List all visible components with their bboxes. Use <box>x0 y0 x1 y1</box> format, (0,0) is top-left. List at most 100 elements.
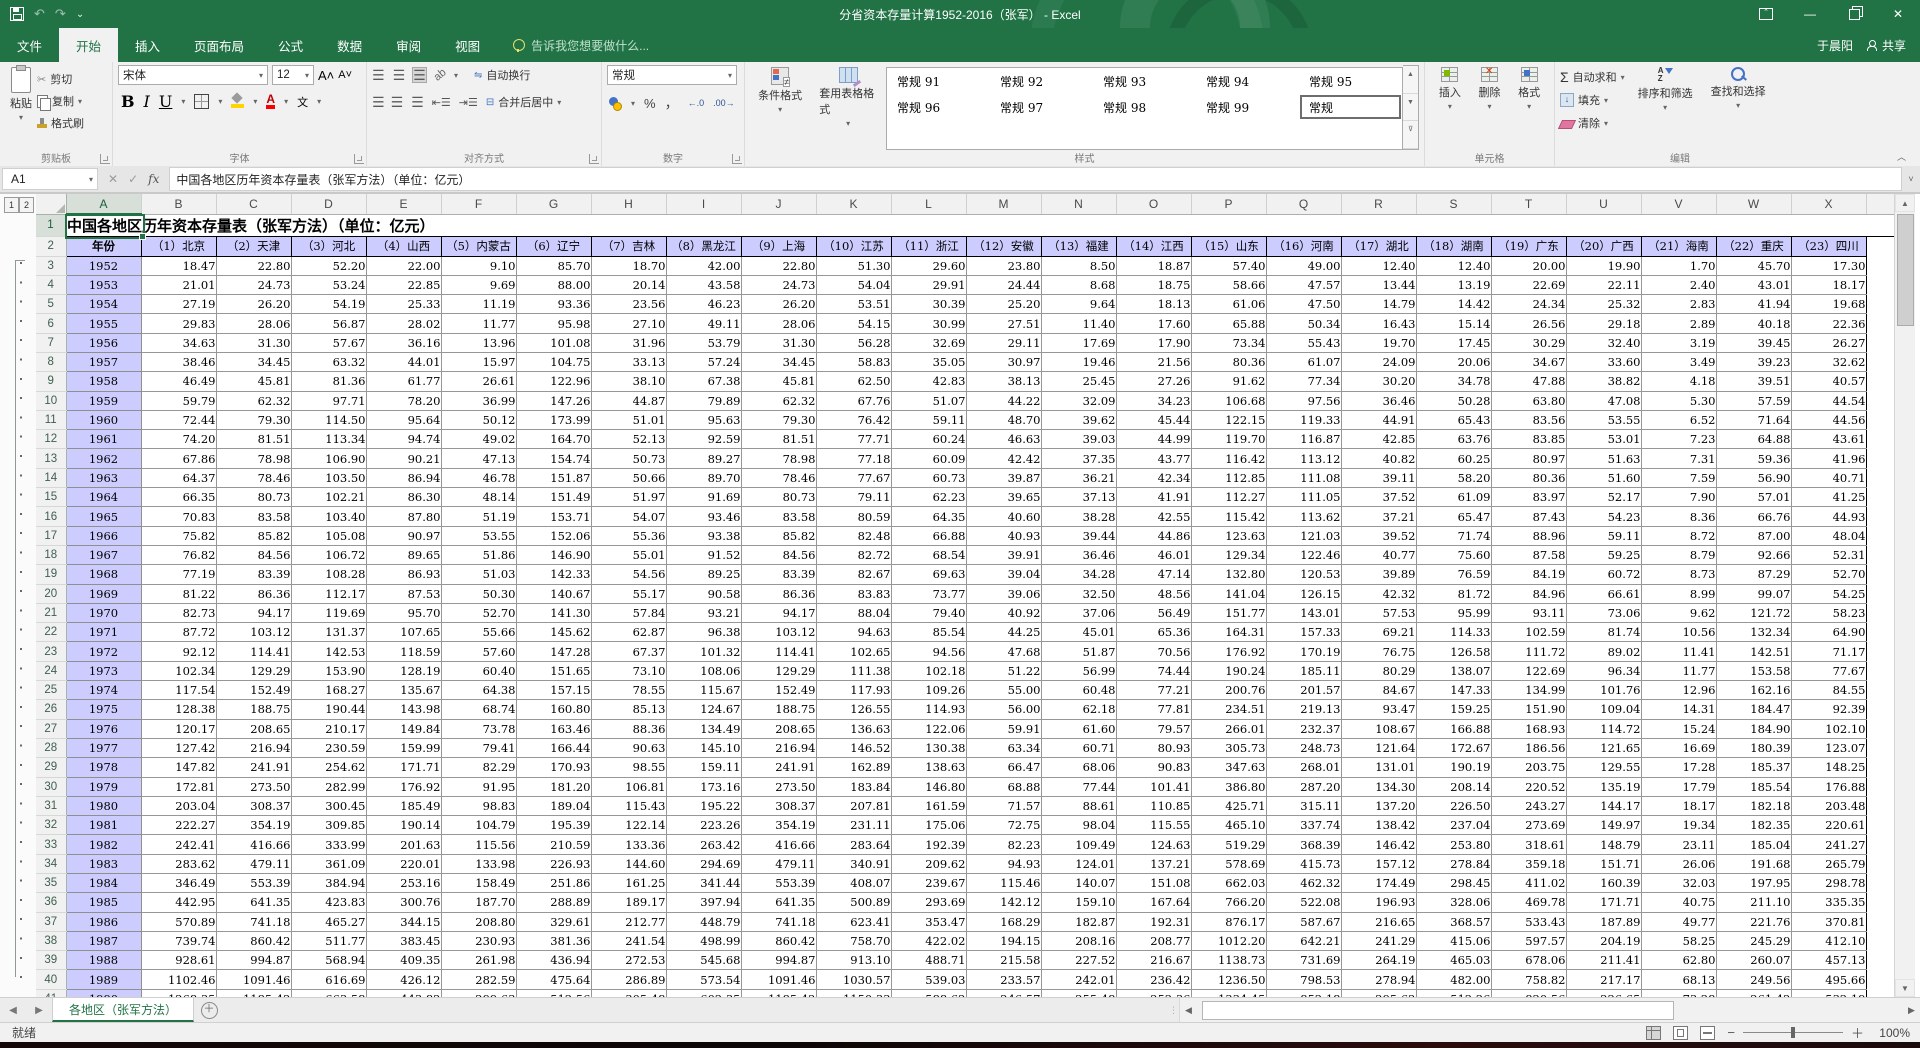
data-cell[interactable]: 77.81 <box>1115 699 1192 720</box>
data-cell[interactable]: 108.67 <box>1340 718 1417 739</box>
column-header-J[interactable]: J <box>741 194 817 215</box>
data-cell[interactable]: 24.09 <box>1340 351 1417 373</box>
data-cell[interactable]: 1268.35 <box>140 988 217 997</box>
data-cell[interactable]: 22.80 <box>215 255 292 276</box>
data-cell[interactable]: 47.08 <box>1565 390 1642 411</box>
data-cell[interactable]: 81.74 <box>1565 622 1642 643</box>
cell-style-item[interactable]: 常规 97 <box>990 94 1093 120</box>
data-cell[interactable]: 44.91 <box>1340 409 1417 431</box>
data-cell[interactable]: 147.28 <box>515 641 592 662</box>
data-cell[interactable]: 8.73 <box>1640 564 1717 585</box>
data-cell[interactable]: 573.54 <box>665 969 742 990</box>
data-cell[interactable]: 409.35 <box>365 950 442 971</box>
data-cell[interactable]: 383.45 <box>365 930 442 952</box>
data-cell[interactable]: 8.99 <box>1640 583 1717 604</box>
row-header[interactable]: 12 <box>36 429 67 450</box>
data-cell[interactable]: 75.82 <box>140 525 217 546</box>
column-header-G[interactable]: G <box>516 194 592 215</box>
data-cell[interactable]: 9.62 <box>1640 602 1717 624</box>
data-cell[interactable]: 14.42 <box>1415 294 1492 315</box>
data-cell[interactable]: 66.47 <box>965 757 1042 778</box>
data-cell[interactable]: 286.89 <box>590 969 667 990</box>
ribbon-tab-文件[interactable]: 文件 <box>0 28 59 62</box>
year-cell[interactable]: 1957 <box>65 351 142 373</box>
data-cell[interactable]: 61.07 <box>1265 351 1342 373</box>
data-cell[interactable]: 44.93 <box>1790 506 1867 527</box>
data-cell[interactable]: 67.38 <box>665 371 742 392</box>
row-header[interactable]: 30 <box>36 777 67 797</box>
data-cell[interactable]: 49.11 <box>665 313 742 334</box>
data-cell[interactable]: 34.45 <box>215 351 292 373</box>
data-cell[interactable]: 113.12 <box>1265 448 1342 469</box>
data-cell[interactable]: 79.30 <box>740 409 817 431</box>
data-cell[interactable]: 95.99 <box>1415 602 1492 624</box>
data-cell[interactable]: 1185.42 <box>740 988 817 997</box>
data-cell[interactable]: 89.70 <box>665 467 742 489</box>
gallery-down-icon[interactable]: ▼ <box>1403 94 1418 122</box>
data-cell[interactable]: 56.28 <box>815 332 892 353</box>
tell-me-box[interactable]: 告诉我您想要做什么... <box>497 28 649 62</box>
data-cell[interactable]: 25.32 <box>1565 294 1642 315</box>
data-cell[interactable]: 157.33 <box>1265 622 1342 643</box>
data-cell[interactable]: 60.73 <box>890 467 967 489</box>
data-cell[interactable]: 172.81 <box>140 776 217 797</box>
data-cell[interactable]: 149.97 <box>1565 815 1642 836</box>
column-header-N[interactable]: N <box>1041 194 1117 215</box>
data-cell[interactable]: 18.75 <box>1115 274 1192 296</box>
data-cell[interactable]: 71.57 <box>965 795 1042 817</box>
data-cell[interactable]: 73.10 <box>590 660 667 682</box>
data-cell[interactable]: 232.37 <box>1265 718 1342 739</box>
row-header[interactable]: 17 <box>36 526 67 546</box>
data-cell[interactable]: 93.11 <box>1490 602 1567 624</box>
data-cell[interactable]: 51.60 <box>1565 467 1642 489</box>
row-header[interactable]: 10 <box>36 391 67 411</box>
data-cell[interactable]: 511.77 <box>290 930 367 952</box>
row-header[interactable]: 25 <box>36 680 67 701</box>
data-cell[interactable]: 273.50 <box>740 776 817 797</box>
enter-icon[interactable]: ✓ <box>128 172 138 186</box>
data-cell[interactable]: 18.47 <box>140 255 217 276</box>
data-cell[interactable]: 308.37 <box>740 795 817 817</box>
new-sheet-button[interactable]: ＋ <box>194 998 224 1022</box>
data-cell[interactable]: 120.17 <box>140 718 217 739</box>
data-cell[interactable]: 97.71 <box>290 390 367 411</box>
data-cell[interactable]: 128.19 <box>365 660 442 682</box>
data-cell[interactable]: 37.13 <box>1040 487 1117 508</box>
data-cell[interactable]: 80.36 <box>1190 351 1267 373</box>
data-cell[interactable]: 12.96 <box>1640 680 1717 701</box>
data-cell[interactable]: 77.71 <box>815 429 892 450</box>
data-cell[interactable]: 47.13 <box>440 448 517 469</box>
table-header-cell[interactable]: （14）江西 <box>1115 236 1192 257</box>
data-cell[interactable]: 60.25 <box>1415 448 1492 469</box>
format-painter-button[interactable]: 格式刷 <box>37 113 84 133</box>
data-cell[interactable]: 22.36 <box>1790 313 1867 334</box>
data-cell[interactable]: 570.89 <box>140 911 217 932</box>
data-cell[interactable]: 46.63 <box>965 429 1042 450</box>
data-cell[interactable]: 203.04 <box>140 795 217 817</box>
data-cell[interactable]: 215.58 <box>965 950 1042 971</box>
data-cell[interactable]: 230.93 <box>440 930 517 952</box>
cut-button[interactable]: ✂ 剪切 <box>37 69 84 89</box>
data-cell[interactable]: 73.78 <box>440 718 517 739</box>
data-cell[interactable]: 532.19 <box>1790 988 1867 997</box>
increase-indent-icon[interactable]: ⇥☰ <box>459 96 478 109</box>
data-cell[interactable]: 44.22 <box>965 390 1042 411</box>
table-header-cell[interactable]: （21）海南 <box>1640 236 1717 257</box>
data-cell[interactable]: 56.90 <box>1715 467 1792 489</box>
data-cell[interactable]: 29.60 <box>890 255 967 276</box>
data-cell[interactable]: 539.03 <box>890 969 967 990</box>
copy-button[interactable]: 复制 ▾ <box>37 91 84 111</box>
data-cell[interactable]: 151.90 <box>1490 699 1567 720</box>
increase-decimal-icon[interactable]: ←.0 <box>688 98 705 108</box>
data-cell[interactable]: 860.42 <box>740 930 817 952</box>
data-cell[interactable]: 110.85 <box>1115 795 1192 817</box>
align-top-icon[interactable]: ☰ <box>372 68 385 82</box>
data-cell[interactable]: 261.42 <box>1715 988 1792 997</box>
data-cell[interactable]: 124.67 <box>665 699 742 720</box>
data-cell[interactable]: 95.98 <box>515 313 592 334</box>
data-cell[interactable]: 353.47 <box>890 911 967 932</box>
data-cell[interactable]: 9.69 <box>440 274 517 296</box>
data-cell[interactable]: 3.19 <box>1640 332 1717 353</box>
data-cell[interactable]: 145.62 <box>515 622 592 643</box>
data-cell[interactable]: 151.77 <box>1190 602 1267 624</box>
